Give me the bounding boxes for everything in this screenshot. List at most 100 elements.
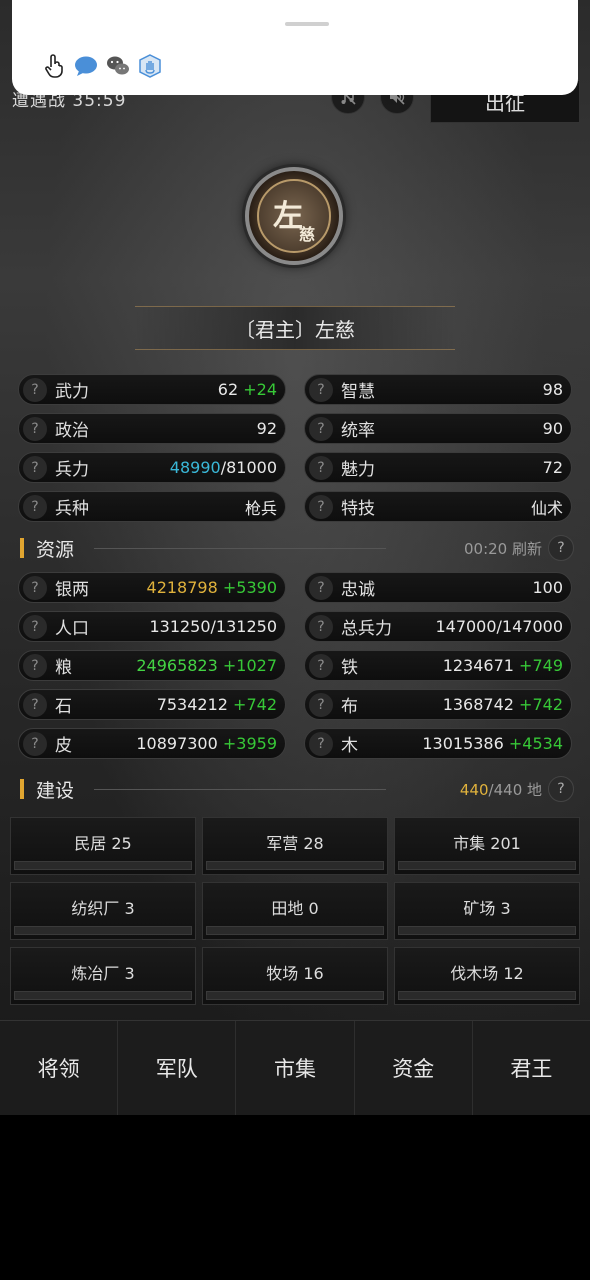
resource-label: 皮 — [55, 736, 72, 756]
progress-bar — [206, 926, 384, 935]
help-icon[interactable]: ? — [23, 378, 47, 402]
building-tile[interactable]: 矿场 3 — [394, 882, 580, 940]
resource-label: 铁 — [341, 658, 358, 678]
help-icon[interactable]: ? — [23, 456, 47, 480]
building-tile[interactable]: 牧场 16 — [202, 947, 388, 1005]
building-label: 市集 201 — [453, 834, 521, 853]
building-tile[interactable]: 市集 201 — [394, 817, 580, 875]
building-label: 炼冶厂 3 — [71, 964, 135, 983]
resource-row: ? 人口 131250/131250 — [18, 611, 286, 642]
building-label: 纺织厂 3 — [71, 899, 135, 918]
progress-bar — [398, 861, 576, 870]
stat-value: 90 — [542, 419, 563, 438]
help-icon[interactable]: ? — [23, 732, 47, 756]
progress-bar — [398, 926, 576, 935]
help-icon[interactable]: ? — [23, 417, 47, 441]
stat-value: 62 +24 — [217, 380, 277, 399]
resource-value: 1368742 +742 — [442, 695, 563, 714]
section-accent — [20, 779, 24, 799]
resource-row: ? 铁 1234671 +749 — [304, 650, 572, 681]
building-label: 军营 28 — [266, 834, 324, 853]
help-icon[interactable]: ? — [309, 693, 333, 717]
resource-value: 24965823 +1027 — [136, 656, 277, 675]
attribute-grid: ? 武力 62 +24 ? 智慧 98 ? 政治 92 ? 统率 90 ? 兵力… — [18, 374, 574, 522]
help-icon[interactable]: ? — [309, 417, 333, 441]
help-icon[interactable]: ? — [309, 576, 333, 600]
building-label: 牧场 16 — [266, 964, 324, 983]
nav-market[interactable]: 市集 — [236, 1021, 355, 1115]
stat-row: ? 政治 92 — [18, 413, 286, 444]
section-title: 建设 — [36, 780, 75, 802]
building-tile[interactable]: 军营 28 — [202, 817, 388, 875]
resource-row: ? 木 13015386 +4534 — [304, 728, 572, 759]
drag-handle[interactable] — [285, 22, 329, 26]
nav-generals[interactable]: 将领 — [0, 1021, 119, 1115]
help-icon[interactable]: ? — [309, 615, 333, 639]
building-label: 伐木场 12 — [450, 964, 524, 983]
stat-row: ? 魅力 72 — [304, 452, 572, 483]
help-icon[interactable]: ? — [309, 654, 333, 678]
stat-label: 政治 — [55, 421, 89, 441]
chat-bubble-icon[interactable] — [74, 54, 98, 78]
help-icon[interactable]: ? — [309, 495, 333, 519]
resource-row: ? 皮 10897300 +3959 — [18, 728, 286, 759]
building-tile[interactable]: 民居 25 — [10, 817, 196, 875]
avatar-char-sub: 慈 — [299, 225, 316, 244]
resource-row: ? 忠诚 100 — [304, 572, 572, 603]
help-icon[interactable]: ? — [548, 776, 574, 802]
resource-label: 银两 — [55, 580, 89, 600]
hero-avatar[interactable]: 左 慈 — [245, 167, 343, 265]
help-icon[interactable]: ? — [23, 576, 47, 600]
hand-pointer-icon[interactable] — [42, 54, 66, 78]
resource-row: ? 银两 4218798 +5390 — [18, 572, 286, 603]
building-grid: 民居 25 军营 28 市集 201 纺织厂 3 田地 0 矿场 3 炼冶厂 3… — [10, 817, 580, 1005]
resource-row: ? 石 7534212 +742 — [18, 689, 286, 720]
nav-army[interactable]: 军队 — [118, 1021, 237, 1115]
building-label: 矿场 3 — [463, 899, 511, 918]
building-tile[interactable]: 伐木场 12 — [394, 947, 580, 1005]
progress-bar — [14, 991, 192, 1000]
resource-label: 总兵力 — [341, 619, 392, 639]
hand-shield-icon[interactable] — [138, 54, 162, 78]
stat-value: 48990/81000 — [169, 458, 277, 477]
resource-row: ? 布 1368742 +742 — [304, 689, 572, 720]
stat-value: 72 — [542, 458, 563, 477]
help-icon[interactable]: ? — [548, 535, 574, 561]
building-tile[interactable]: 田地 0 — [202, 882, 388, 940]
help-icon[interactable]: ? — [309, 456, 333, 480]
stat-label: 特技 — [341, 499, 375, 519]
progress-bar — [206, 991, 384, 1000]
resources-grid: ? 银两 4218798 +5390 ? 忠诚 100 ? 人口 131250/… — [18, 572, 574, 759]
help-icon[interactable]: ? — [309, 732, 333, 756]
section-divider — [94, 789, 386, 790]
stat-label: 兵种 — [55, 499, 89, 519]
stat-label: 魅力 — [341, 460, 375, 480]
resource-label: 石 — [55, 697, 72, 717]
building-tile[interactable]: 炼冶厂 3 — [10, 947, 196, 1005]
resource-value: 13015386 +4534 — [422, 734, 563, 753]
stat-label: 兵力 — [55, 460, 89, 480]
resource-value: 147000/147000 — [435, 617, 563, 636]
building-tile[interactable]: 纺织厂 3 — [10, 882, 196, 940]
resources-header: 资源 00:20 刷新 ? — [18, 535, 574, 561]
help-icon[interactable]: ? — [23, 693, 47, 717]
progress-bar — [14, 861, 192, 870]
stat-label: 武力 — [55, 382, 89, 402]
build-header: 建设 440/440 地 ? — [18, 776, 574, 802]
help-icon[interactable]: ? — [23, 495, 47, 519]
stat-row: ? 智慧 98 — [304, 374, 572, 405]
resource-value: 10897300 +3959 — [136, 734, 277, 753]
stat-value: 92 — [256, 419, 277, 438]
help-icon[interactable]: ? — [23, 654, 47, 678]
building-label: 民居 25 — [74, 834, 132, 853]
nav-funds[interactable]: 资金 — [355, 1021, 473, 1115]
help-icon[interactable]: ? — [309, 378, 333, 402]
nav-monarch[interactable]: 君王 — [473, 1021, 590, 1115]
wechat-icon[interactable] — [106, 54, 130, 78]
stat-row: ? 统率 90 — [304, 413, 572, 444]
section-accent — [20, 538, 24, 558]
resource-value: 131250/131250 — [149, 617, 277, 636]
help-icon[interactable]: ? — [23, 615, 47, 639]
stat-label: 统率 — [341, 421, 375, 441]
stat-row: ? 特技 仙术 — [304, 491, 572, 522]
